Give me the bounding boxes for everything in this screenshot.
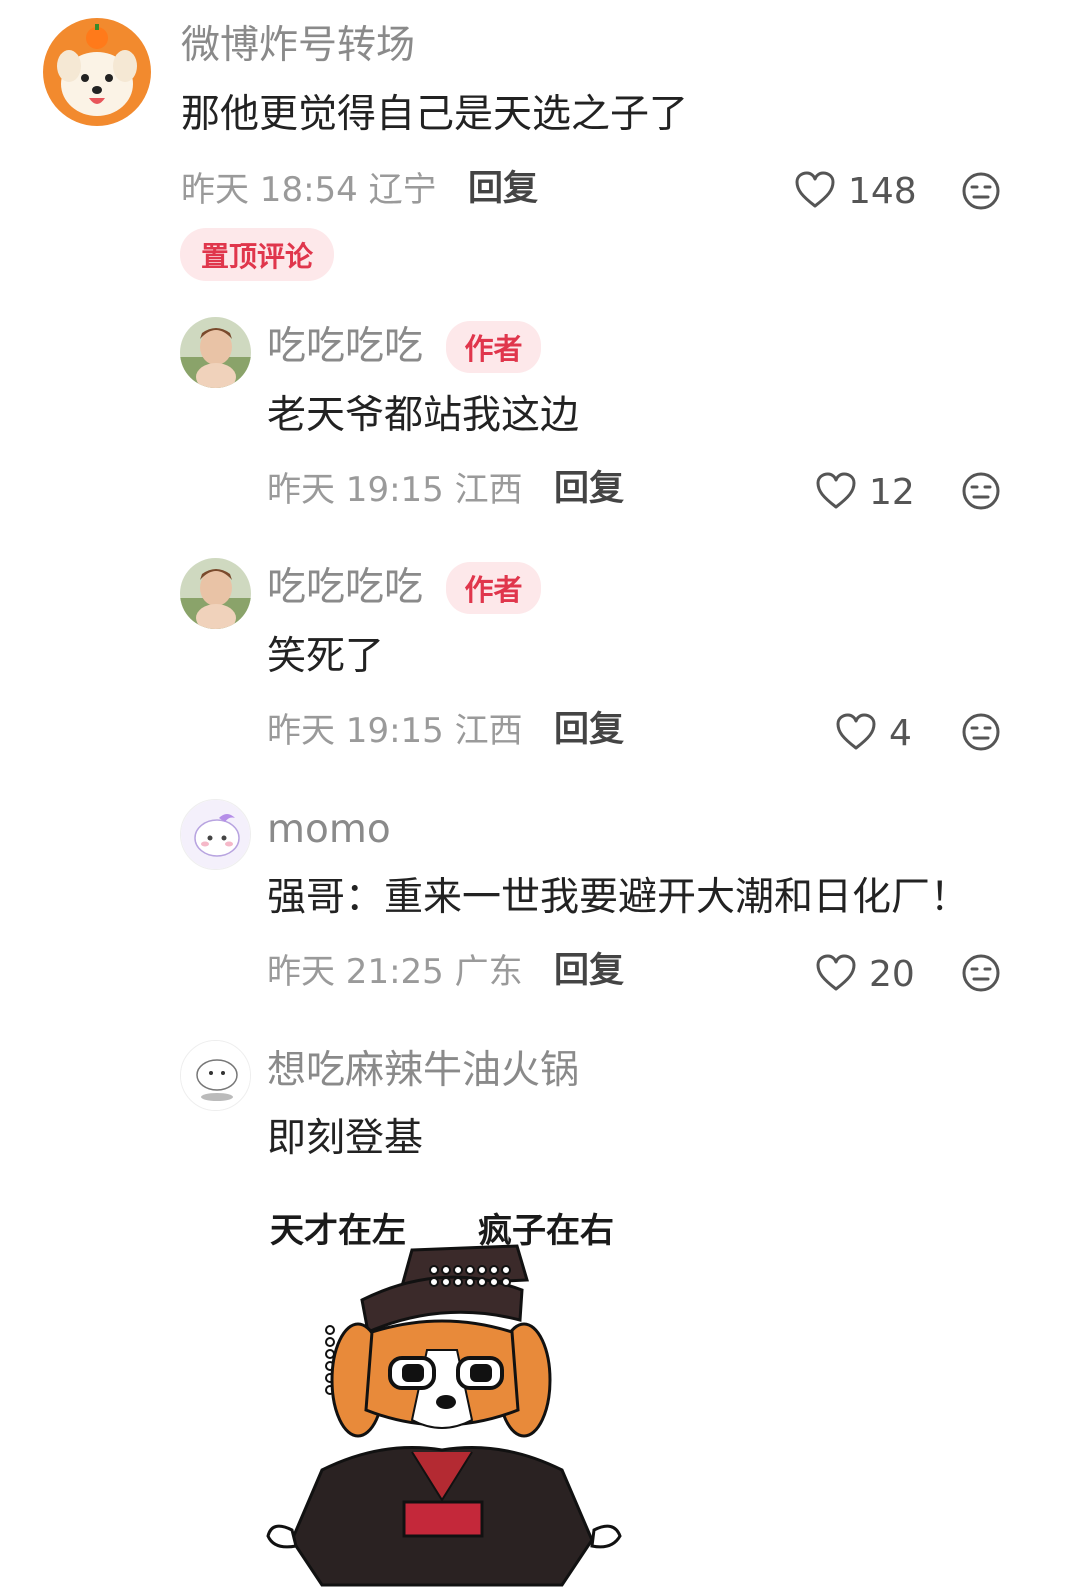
comment-username[interactable]: momo <box>267 810 391 849</box>
comment-time: 昨天 21:25 <box>267 952 444 992</box>
comment-location: 广东 <box>454 952 523 992</box>
like-count: 4 <box>889 713 912 754</box>
dislike-face-icon[interactable] <box>961 471 1001 515</box>
like-button[interactable]: 4 <box>835 712 912 756</box>
heart-icon <box>815 953 857 997</box>
like-button[interactable]: 148 <box>794 170 917 214</box>
avatar[interactable] <box>180 799 251 870</box>
avatar[interactable] <box>180 1040 251 1111</box>
heart-icon <box>835 712 877 756</box>
heart-icon <box>815 471 857 515</box>
avatar[interactable] <box>180 317 251 388</box>
comment-text: 老天爷都站我这边 <box>267 393 580 438</box>
reply-button[interactable]: 回复 <box>468 172 538 207</box>
dislike-face-icon[interactable] <box>961 712 1001 756</box>
heart-icon <box>794 170 836 214</box>
reply-button[interactable]: 回复 <box>554 954 624 989</box>
comment-time: 昨天 19:15 <box>267 470 444 510</box>
dislike-face-icon[interactable] <box>961 953 1001 997</box>
comment-username[interactable]: 微博炸号转场 <box>181 26 415 65</box>
comment-meta: 昨天 19:15 江西 <box>267 473 523 507</box>
comment-time: 昨天 19:15 <box>267 711 444 751</box>
comment-text: 即刻登基 <box>267 1116 424 1161</box>
comment-username[interactable]: 吃吃吃吃 <box>267 327 423 366</box>
like-button[interactable]: 20 <box>815 953 915 997</box>
avatar[interactable] <box>43 18 151 126</box>
comment-text: 强哥：重来一世我要避开大潮和日化厂！ <box>267 875 970 920</box>
comment-username[interactable]: 吃吃吃吃 <box>267 568 423 607</box>
comment-meta: 昨天 19:15 江西 <box>267 714 523 748</box>
comment-username[interactable]: 想吃麻辣牛油火锅 <box>267 1051 579 1090</box>
comment-location: 江西 <box>454 711 523 751</box>
comment-location: 江西 <box>454 470 523 510</box>
like-count: 12 <box>869 472 915 513</box>
comment-text: 笑死了 <box>267 634 385 679</box>
comment-meta: 昨天 18:54 辽宁 <box>181 173 437 207</box>
comment-location: 辽宁 <box>368 170 437 210</box>
like-button[interactable]: 12 <box>815 471 915 515</box>
like-count: 148 <box>848 171 917 212</box>
pinned-badge: 置顶评论 <box>180 228 334 281</box>
author-badge: 作者 <box>446 562 541 614</box>
dislike-face-icon[interactable] <box>961 171 1001 215</box>
comment-meta: 昨天 21:25 广东 <box>267 955 523 989</box>
comment-time: 昨天 18:54 <box>181 170 358 210</box>
sticker-image[interactable]: 天才在左 疯子在右 <box>262 1200 627 1587</box>
author-badge: 作者 <box>446 321 541 373</box>
comment-text: 那他更觉得自己是天选之子了 <box>181 92 689 137</box>
like-count: 20 <box>869 954 915 995</box>
avatar[interactable] <box>180 558 251 629</box>
reply-button[interactable]: 回复 <box>554 713 624 748</box>
reply-button[interactable]: 回复 <box>554 472 624 507</box>
